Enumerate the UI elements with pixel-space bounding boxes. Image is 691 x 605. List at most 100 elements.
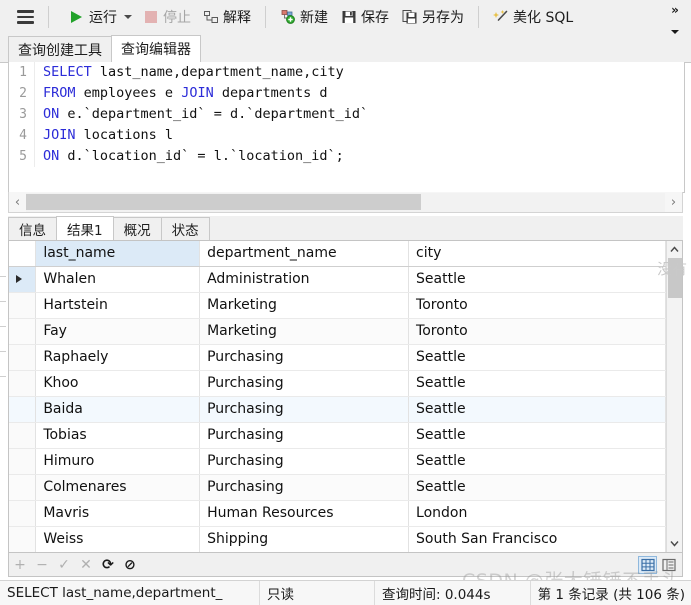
stop-loading-button[interactable]: ⊘ [119,554,141,576]
form-view-button[interactable] [659,556,678,574]
code-text: ON e.`department_id` = d.`department_id` [43,106,369,122]
tab-info[interactable]: 信息 [8,217,57,240]
run-button[interactable]: 运行 [65,4,121,30]
table-row[interactable]: Tobias Purchasing Seattle [9,422,666,449]
cell-last-name[interactable]: Whalen [35,266,201,293]
cell-city[interactable]: Toronto [408,318,666,345]
scroll-right-arrow-icon[interactable]: › [665,193,682,212]
cell-city[interactable]: Seattle [408,396,666,423]
cell-last-name[interactable]: Baida [35,396,201,423]
vscroll-track[interactable] [667,258,683,535]
cell-city[interactable]: Seattle [408,266,666,293]
save-as-button[interactable]: 另存为 [398,4,468,30]
table-row[interactable]: Whalen Administration Seattle [9,266,666,293]
grid-view-icon [640,558,655,571]
new-file-icon [280,9,296,25]
cell-department-name[interactable]: Marketing [199,292,410,319]
cell-last-name[interactable]: Raphaely [35,344,201,371]
table-row[interactable]: Himuro Purchasing Seattle [9,448,666,475]
cell-last-name[interactable]: Fay [35,318,201,345]
explain-button[interactable]: 解释 [199,4,255,30]
save-button[interactable]: 保存 [337,4,393,30]
stop-button[interactable]: 停止 [139,4,195,30]
row-selector[interactable] [9,370,37,397]
cell-last-name[interactable]: Colmenares [35,474,201,501]
cell-department-name[interactable]: Purchasing [199,344,410,371]
confirm-edit-button[interactable]: ✓ [53,554,75,576]
tab-query-builder[interactable]: 查询创建工具 [8,36,112,62]
result-grid[interactable]: last_name department_name city Whalen Ad… [9,241,666,552]
scroll-left-arrow-icon[interactable]: ‹ [9,193,26,212]
cell-department-name[interactable]: Human Resources [199,500,410,527]
tab-query-editor[interactable]: 查询编辑器 [111,35,201,62]
grid-vertical-scrollbar[interactable] [666,241,682,552]
row-selector[interactable] [9,318,37,345]
cell-last-name[interactable]: Tobias [35,422,201,449]
cell-city[interactable]: Seattle [408,422,666,449]
cell-department-name[interactable]: Administration [199,266,410,293]
row-selector[interactable] [9,292,37,319]
cell-department-name[interactable]: Purchasing [199,396,410,423]
tab-profile[interactable]: 概况 [112,217,162,240]
column-header-city[interactable]: city [408,241,666,267]
tab-status[interactable]: 状态 [160,217,210,240]
cell-last-name[interactable]: Hartstein [35,292,201,319]
row-selector[interactable] [9,448,37,475]
cell-city[interactable]: Seattle [408,344,666,371]
cell-last-name[interactable]: Mavris [35,500,201,527]
add-row-button[interactable]: + [9,554,31,576]
cell-city[interactable]: South San Francisco [408,526,666,552]
hscroll-thumb[interactable] [26,193,421,210]
row-selector[interactable] [9,396,37,423]
cell-department-name[interactable]: Purchasing [199,448,410,475]
table-row[interactable]: Weiss Shipping South San Francisco [9,526,666,552]
status-readonly: 只读 [260,581,375,605]
vscroll-thumb[interactable] [667,258,682,298]
row-selector[interactable] [9,422,37,449]
cell-department-name[interactable]: Purchasing [199,370,410,397]
cell-city[interactable]: Seattle [408,370,666,397]
row-selector[interactable] [9,344,37,371]
cell-last-name[interactable]: Weiss [35,526,201,552]
row-selector[interactable] [9,474,37,501]
grid-view-button[interactable] [638,555,657,574]
cell-department-name[interactable]: Purchasing [199,474,410,501]
refresh-button[interactable]: ⟳ [97,554,119,576]
scroll-up-arrow-icon[interactable] [667,241,683,258]
table-row[interactable]: Baida Purchasing Seattle [9,396,666,423]
tab-result1[interactable]: 结果1 [56,216,114,240]
column-header-last-name[interactable]: last_name [35,241,201,267]
cell-last-name[interactable]: Khoo [35,370,201,397]
toolbar-overflow-button[interactable]: » [663,2,687,37]
cell-city[interactable]: Toronto [408,292,666,319]
row-selector[interactable] [9,266,37,293]
run-dropdown-caret-icon[interactable] [124,15,132,19]
cancel-edit-button[interactable]: ✕ [75,554,97,576]
cell-department-name[interactable]: Shipping [199,526,410,552]
hamburger-menu-icon[interactable] [12,6,38,28]
scroll-down-arrow-icon[interactable] [667,535,683,552]
cell-department-name[interactable]: Marketing [199,318,410,345]
line-number: 4 [9,125,35,146]
beautify-sql-button[interactable]: 美化 SQL [489,4,577,30]
cell-department-name[interactable]: Purchasing [199,422,410,449]
remove-row-button[interactable]: − [31,554,53,576]
cell-city[interactable]: London [408,500,666,527]
row-selector[interactable] [9,500,37,527]
cell-last-name[interactable]: Himuro [35,448,201,475]
hscroll-track[interactable] [26,192,665,212]
cell-city[interactable]: Seattle [408,474,666,501]
table-row[interactable]: Fay Marketing Toronto [9,318,666,345]
status-record-info: 第 1 条记录 (共 106 条) [537,587,685,603]
sql-editor[interactable]: 1 SELECT last_name,department_name,city … [8,62,685,193]
table-row[interactable]: Raphaely Purchasing Seattle [9,344,666,371]
new-button[interactable]: 新建 [276,4,332,30]
cell-city[interactable]: Seattle [408,448,666,475]
table-row[interactable]: Mavris Human Resources London [9,500,666,527]
table-row[interactable]: Colmenares Purchasing Seattle [9,474,666,501]
table-row[interactable]: Hartstein Marketing Toronto [9,292,666,319]
row-selector[interactable] [9,526,37,552]
editor-horizontal-scrollbar[interactable]: ‹ › [8,192,683,213]
table-row[interactable]: Khoo Purchasing Seattle [9,370,666,397]
column-header-department-name[interactable]: department_name [199,241,410,267]
